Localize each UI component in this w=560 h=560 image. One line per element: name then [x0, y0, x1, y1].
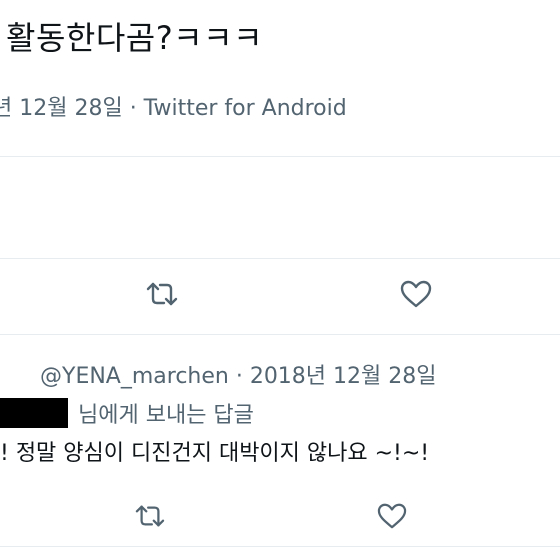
divider — [0, 258, 560, 259]
reply-header[interactable]: @YENA_marchen · 2018년 12월 28일 — [40, 360, 437, 394]
retweet-button[interactable] — [140, 276, 184, 312]
like-button[interactable] — [394, 276, 438, 312]
divider — [0, 334, 560, 335]
heart-icon — [399, 279, 433, 309]
divider — [0, 156, 560, 157]
heart-icon — [376, 502, 408, 530]
retweet-icon — [134, 502, 166, 530]
tweet-text: 활동한다곰?ㅋㅋㅋ — [6, 19, 264, 57]
replying-to-label: 님에게 보내는 답글 — [78, 403, 254, 428]
reply-like-button[interactable] — [370, 498, 414, 534]
tweet-timestamp-source[interactable]: 년 12월 28일 · Twitter for Android — [0, 92, 347, 126]
reply-text: ! 정말 양심이 디진건지 대박이지 않나요 ~!~! — [0, 441, 430, 466]
divider — [0, 546, 560, 547]
redacted-username-box — [0, 398, 68, 428]
retweet-icon — [145, 279, 179, 309]
reply-retweet-button[interactable] — [128, 498, 172, 534]
replying-to-line: 님에게 보내는 답글 — [0, 396, 254, 430]
